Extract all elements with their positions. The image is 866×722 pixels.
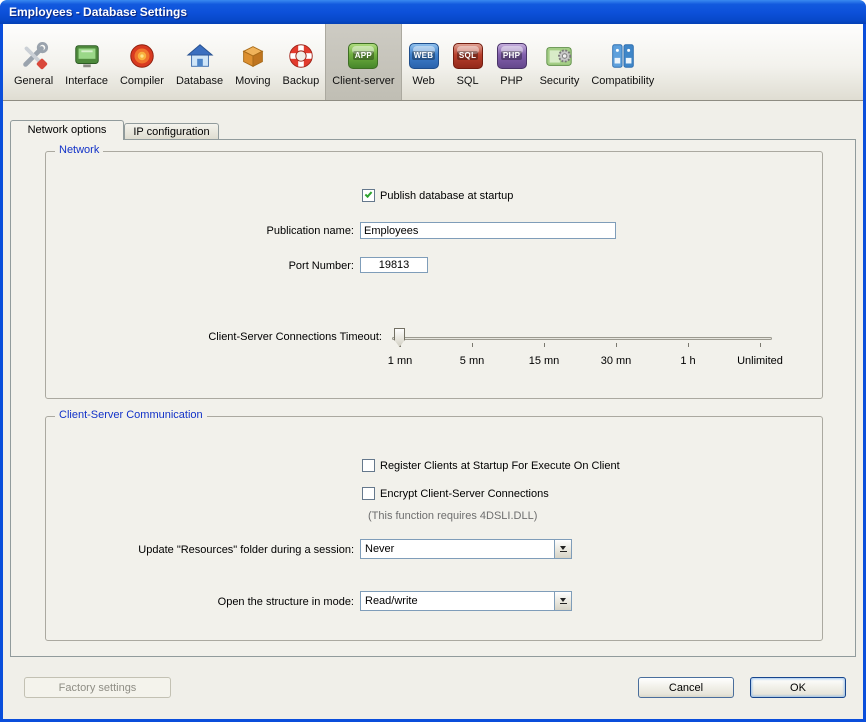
chevron-down-icon [560, 546, 566, 550]
toolbar-item-label: Web [412, 75, 434, 87]
dropdown-arrow-button[interactable] [554, 540, 571, 558]
tick-label: 15 mn [529, 355, 560, 367]
toolbar-item-database[interactable]: Database [170, 24, 229, 100]
communication-group-legend: Client-Server Communication [55, 409, 207, 421]
web-cube-icon: WEB [409, 38, 439, 74]
sql-cube-text: SQL [457, 51, 478, 60]
app-cube-text: APP [353, 51, 374, 60]
toolbar-item-label: Backup [283, 75, 320, 87]
toolbar-item-label: Moving [235, 75, 270, 87]
structure-mode-dropdown[interactable]: Read/write [360, 591, 572, 611]
tools-icon [19, 38, 49, 74]
toolbar-item-compatibility[interactable]: Compatibility [585, 24, 660, 100]
dropdown-arrow-button[interactable] [554, 592, 571, 610]
chevron-underline [560, 551, 567, 552]
network-options-pane: Network Publish database at startup Publ… [10, 139, 856, 657]
toolbar-item-label: Database [176, 75, 223, 87]
php-cube-text: PHP [501, 51, 522, 60]
slider-tick [544, 343, 545, 347]
toolbar-item-label: General [14, 75, 53, 87]
publication-name-input[interactable] [360, 222, 616, 239]
toolbar-item-label: Interface [65, 75, 108, 87]
toolbar-item-security[interactable]: Security [534, 24, 586, 100]
settings-toolbar: General Interface [3, 24, 863, 101]
lifebuoy-icon [286, 38, 316, 74]
encrypt-connections-checkbox[interactable] [362, 487, 375, 500]
encrypt-connections-label: Encrypt Client-Server Connections [380, 488, 549, 500]
toolbar-item-label: Security [540, 75, 580, 87]
slider-thumb[interactable] [394, 328, 405, 347]
structure-mode-value: Read/write [361, 595, 554, 607]
publication-name-label: Publication name: [46, 225, 354, 237]
timeout-slider[interactable]: 1 mn 5 mn 15 mn 30 mn 1 h Unlimited [386, 322, 776, 370]
network-group-legend: Network [55, 144, 103, 156]
ok-button[interactable]: OK [750, 677, 846, 698]
tick-label: 1 h [680, 355, 695, 367]
resources-folder-label: Update "Resources" folder during a sessi… [46, 544, 354, 556]
titlebar[interactable]: Employees - Database Settings [0, 0, 866, 24]
chevron-underline [560, 603, 567, 604]
factory-settings-button[interactable]: Factory settings [24, 677, 171, 698]
resources-folder-value: Never [361, 543, 554, 555]
toolbar-item-sql[interactable]: SQL SQL [446, 24, 490, 100]
toolbar-item-web[interactable]: WEB Web [402, 24, 446, 100]
slider-tick [760, 343, 761, 347]
port-number-input[interactable] [360, 257, 428, 273]
communication-groupbox: Client-Server Communication Register Cli… [45, 416, 823, 641]
app-cube-icon: APP [348, 38, 378, 74]
network-groupbox: Network Publish database at startup Publ… [45, 151, 823, 399]
publish-database-label: Publish database at startup [380, 190, 513, 202]
tick-label: 5 mn [460, 355, 484, 367]
checkmark-icon [365, 190, 373, 198]
register-clients-label: Register Clients at Startup For Execute … [380, 460, 620, 472]
toolbar-item-label: Client-server [332, 75, 394, 87]
structure-mode-label: Open the structure in mode: [46, 596, 354, 608]
toolbar-item-moving[interactable]: Moving [229, 24, 276, 100]
chevron-down-icon [560, 598, 566, 602]
tick-label: 1 mn [388, 355, 412, 367]
encrypt-note: (This function requires 4DSLI.DLL) [368, 510, 537, 522]
php-cube-icon: PHP [497, 38, 527, 74]
toolbar-item-interface[interactable]: Interface [59, 24, 114, 100]
moving-box-icon [238, 38, 268, 74]
publish-database-checkbox[interactable] [362, 189, 375, 202]
toolbar-item-client-server[interactable]: APP Client-server [325, 24, 401, 100]
tab-network-options[interactable]: Network options [10, 120, 124, 140]
slider-tick [616, 343, 617, 347]
toolbar-item-label: Compatibility [591, 75, 654, 87]
toolbar-item-general[interactable]: General [8, 24, 59, 100]
slider-track[interactable] [392, 337, 772, 340]
toolbar-item-label: PHP [500, 75, 523, 87]
security-gear-icon [544, 38, 574, 74]
sql-cube-icon: SQL [453, 38, 483, 74]
tab-ip-configuration[interactable]: IP configuration [124, 123, 219, 140]
web-cube-text: WEB [412, 51, 436, 60]
toolbar-item-backup[interactable]: Backup [277, 24, 326, 100]
cancel-button[interactable]: Cancel [638, 677, 734, 698]
database-icon [185, 38, 215, 74]
tick-label: Unlimited [737, 355, 783, 367]
compiler-icon [127, 38, 157, 74]
resources-folder-dropdown[interactable]: Never [360, 539, 572, 559]
toolbar-item-label: Compiler [120, 75, 164, 87]
timeout-label: Client-Server Connections Timeout: [46, 331, 382, 343]
slider-tick [472, 343, 473, 347]
toolbar-item-compiler[interactable]: Compiler [114, 24, 170, 100]
register-clients-checkbox[interactable] [362, 459, 375, 472]
toolbar-item-php[interactable]: PHP PHP [490, 24, 534, 100]
port-number-label: Port Number: [46, 260, 354, 272]
tick-label: 30 mn [601, 355, 632, 367]
toolbar-item-label: SQL [457, 75, 479, 87]
window-body: General Interface [3, 24, 863, 719]
interface-icon [72, 38, 102, 74]
database-settings-window: Employees - Database Settings General [0, 0, 866, 722]
window-title: Employees - Database Settings [0, 5, 187, 19]
binders-icon [608, 38, 638, 74]
slider-tick [688, 343, 689, 347]
